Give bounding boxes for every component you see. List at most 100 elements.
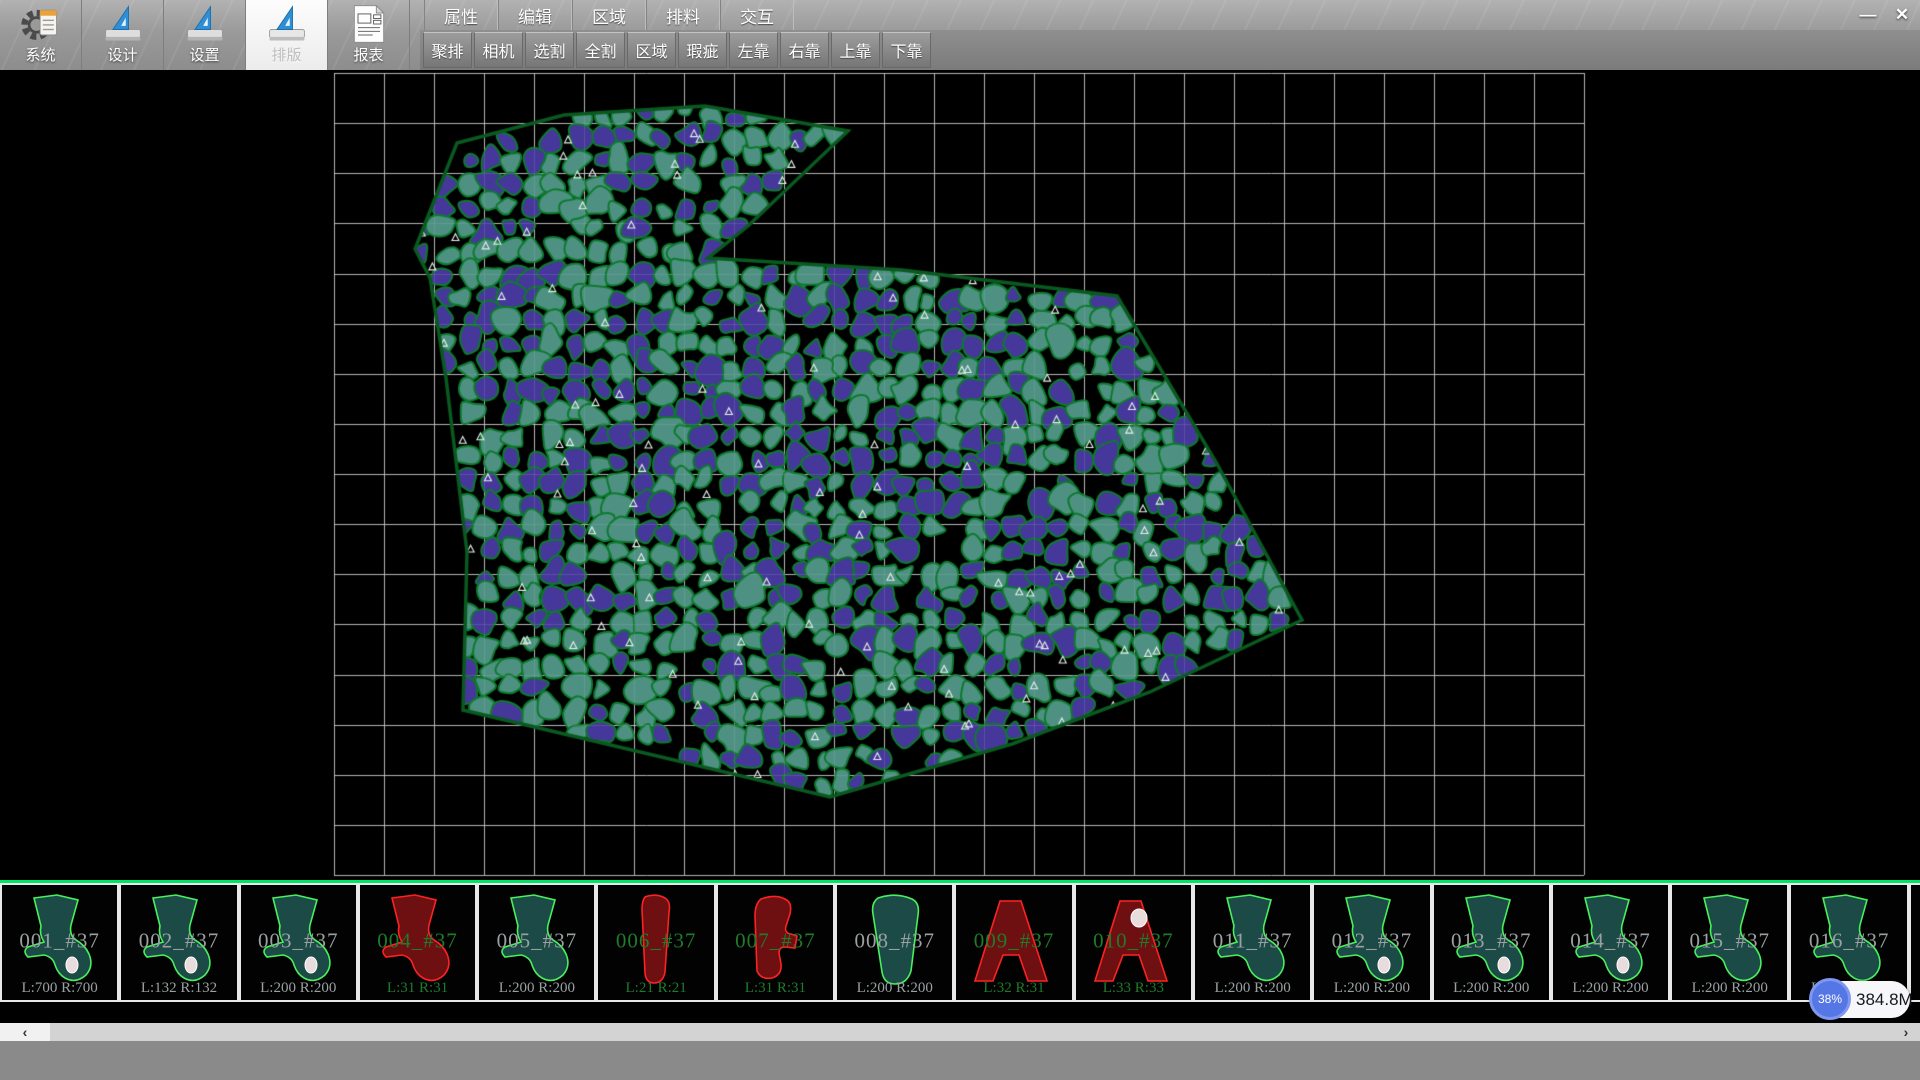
part-count-label: L:200 R:200 [1553,980,1668,997]
part-thumbnail[interactable]: 015_#37 L:200 R:200 [1670,883,1789,1002]
ruler-icon [183,2,227,46]
report-icon [347,2,391,46]
tab-edit[interactable]: 编辑 [498,0,572,30]
progress-badge: 38% [1809,978,1851,1020]
part-hole [305,957,317,973]
part-thumbnail[interactable]: 006_#37 L:21 R:21 [596,883,715,1002]
design-button[interactable]: 设计 [82,0,164,70]
part-thumbnail[interactable]: 001_#37 L:700 R:700 [0,883,119,1002]
system-button-label: 系统 [25,46,55,66]
part-id-label: 003_#37 [241,928,356,953]
system-button[interactable]: 系统 [0,0,82,70]
cut-all-button[interactable]: 全割 [576,32,625,68]
part-thumbnail[interactable]: 005_#37 L:200 R:200 [477,883,596,1002]
part-count-label: L:33 R:33 [1076,980,1191,997]
snap-bottom-button[interactable]: 下靠 [882,32,931,68]
part-thumbnail[interactable]: 003_#37 L:200 R:200 [239,883,358,1002]
part-thumbnail[interactable]: 014_#37 L:200 R:200 [1551,883,1670,1002]
workspace [0,70,1920,880]
part-hole [1378,957,1390,973]
part-count-label: L:200 R:200 [1195,980,1310,997]
tab-properties[interactable]: 属性 [424,0,498,30]
snap-top-button[interactable]: 上靠 [831,32,880,68]
horizontal-scrollbar[interactable]: ‹ › [0,1023,1920,1041]
part-count-label: L:200 R:200 [479,980,594,997]
part-count-label: L:200 R:200 [1672,980,1787,997]
window-controls: — ✕ [1854,3,1916,27]
scroll-right-arrow-icon[interactable]: › [1894,1023,1918,1041]
part-count-label: L:200 R:200 [837,980,952,997]
ruler-icon [265,2,309,46]
design-button-label: 设计 [107,46,137,66]
settings-button-label: 设置 [189,46,219,66]
action-button-row: 聚排 相机 选割 全割 区域 瑕疵 左靠 右靠 上靠 下靠 [420,30,1920,70]
tab-nesting[interactable]: 排料 [646,0,720,30]
part-id-label: 001_#37 [2,928,117,953]
part-hole [1498,957,1510,973]
part-id-label: 010_#37 [1076,928,1191,953]
part-thumbnail[interactable]: 002_#37 L:132 R:132 [119,883,238,1002]
part-thumbnail[interactable]: 007_#37 L:31 R:31 [716,883,835,1002]
part-thumbnail[interactable]: 011_#37 L:200 R:200 [1193,883,1312,1002]
layout-button-active[interactable]: 排版 [246,0,328,70]
part-thumbnail[interactable]: 009_#37 L:32 R:31 [954,883,1073,1002]
nesting-canvas[interactable] [0,70,1920,880]
close-button[interactable]: ✕ [1888,3,1916,27]
part-id-label: 002_#37 [121,928,236,953]
snap-right-button[interactable]: 右靠 [780,32,829,68]
tab-interaction[interactable]: 交互 [720,0,794,30]
toolbar: 系统 设计 设置 [0,0,1920,70]
part-id-label: 009_#37 [956,928,1071,953]
status-bar [0,1041,1920,1080]
menu-tabs: 属性 编辑 区域 排料 交互 [424,0,794,30]
part-count-label: L:31 R:31 [360,980,475,997]
part-hole [1131,909,1147,927]
region-button[interactable]: 区域 [627,32,676,68]
part-id-label: 015_#37 [1672,928,1787,953]
part-thumbnail[interactable]: 013_#37 L:200 R:200 [1432,883,1551,1002]
parts-strip: 001_#37L:700 R:700002_#37L:132 R:132003_… [0,883,1920,1023]
camera-button[interactable]: 相机 [474,32,523,68]
part-id-label: 012_#37 [1314,928,1429,953]
select-cut-button[interactable]: 选割 [525,32,574,68]
cluster-nest-button[interactable]: 聚排 [423,32,472,68]
part-thumbnail[interactable]: 012_#37 L:200 R:200 [1312,883,1431,1002]
gear-icon [19,2,63,46]
snap-left-button[interactable]: 左靠 [729,32,778,68]
part-count-label: L:200 R:200 [1314,980,1429,997]
minimize-button[interactable]: — [1854,3,1882,27]
part-id-label: 006_#37 [598,928,713,953]
scroll-left-arrow-icon[interactable]: ‹ [0,1023,50,1041]
part-id-label: 013_#37 [1434,928,1549,953]
tab-region[interactable]: 区域 [572,0,646,30]
part-id-label: 014_#37 [1553,928,1668,953]
part-thumbnail[interactable]: 008_#37 L:200 R:200 [835,883,954,1002]
part-id-label: 004_#37 [360,928,475,953]
main-icon-buttons: 系统 设计 设置 [0,0,420,70]
app-window: 系统 设计 设置 [0,0,1920,1080]
part-count-label: L:200 R:200 [1434,980,1549,997]
part-hole [1617,957,1629,973]
defect-button[interactable]: 瑕疵 [678,32,727,68]
part-count-label: L:31 R:31 [718,980,833,997]
part-id-label: 011_#37 [1195,928,1310,953]
report-button-label: 报表 [353,46,383,66]
report-button[interactable]: 报表 [328,0,410,70]
part-id-label: 005_#37 [479,928,594,953]
part-count-label: L:700 R:700 [2,980,117,997]
part-count-label: L:21 R:21 [598,980,713,997]
part-id-label: 017_#37 [1911,928,1920,953]
part-count-label: L:32 R:31 [956,980,1071,997]
part-thumbnail[interactable]: 004_#37 L:31 R:31 [358,883,477,1002]
part-count-label: L:200 R:200 [241,980,356,997]
part-count-label: L:132 R:132 [121,980,236,997]
memory-value: 384.8M [1856,981,1913,1018]
settings-button[interactable]: 设置 [164,0,246,70]
part-id-label: 007_#37 [718,928,833,953]
layout-button-label: 排版 [271,46,301,66]
part-thumbnail[interactable]: 010_#37 L:33 R:33 [1074,883,1193,1002]
memory-badge: 38% 384.8M [1810,981,1910,1018]
part-id-label: 008_#37 [837,928,952,953]
ruler-icon [101,2,145,46]
part-id-label: 016_#37 [1791,928,1906,953]
